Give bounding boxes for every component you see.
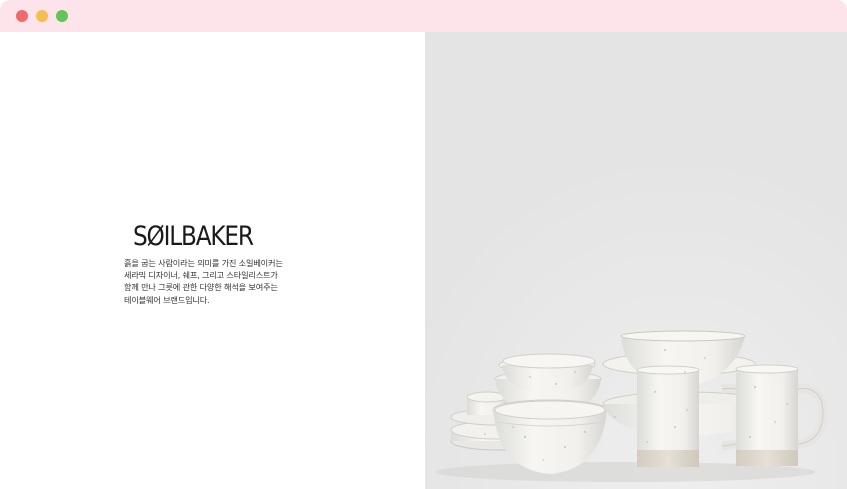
minimize-window-button[interactable] bbox=[36, 10, 48, 22]
hero-image bbox=[425, 32, 847, 489]
brand-logo[interactable]: SØILBAKER bbox=[133, 221, 254, 252]
window-titlebar bbox=[0, 0, 847, 32]
brand-description: 흙을 굽는 사람이라는 의미를 가진 소일베이커는 세라믹 디자이너, 쉐프, … bbox=[124, 258, 283, 305]
maximize-window-button[interactable] bbox=[56, 10, 68, 22]
ceramic-tableware-illustration bbox=[425, 32, 847, 489]
close-window-button[interactable] bbox=[16, 10, 28, 22]
brand-panel: SØILBAKER 흙을 굽는 사람이라는 의미를 가진 소일베이커는 세라믹 … bbox=[0, 32, 425, 489]
